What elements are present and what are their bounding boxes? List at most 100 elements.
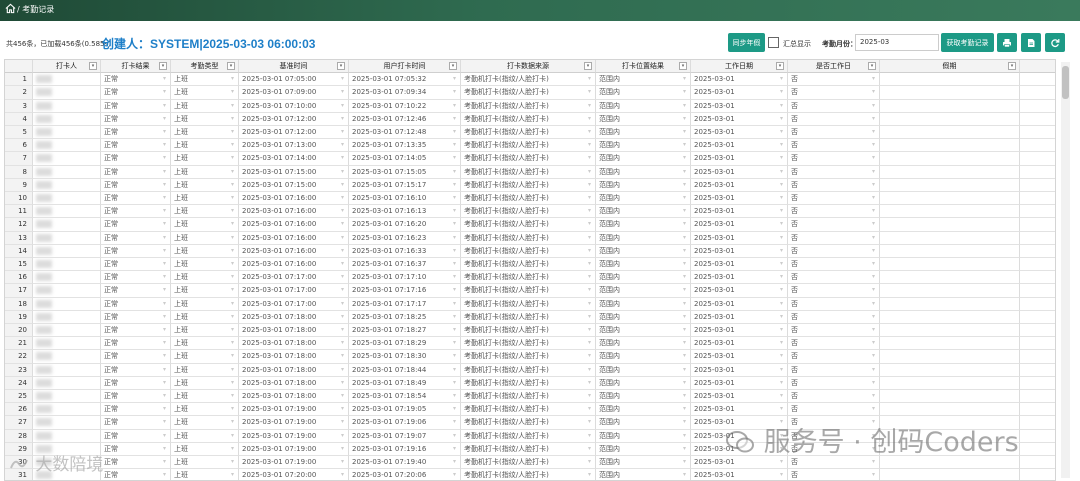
cell-attendance-type[interactable]: 上班 ▾ (171, 403, 239, 417)
cell-holiday[interactable] (880, 192, 1020, 206)
cell-punch-result[interactable]: 正常 ▾ (101, 258, 171, 272)
cell-base-time[interactable]: 2025-03-01 07:15:00 ▾ (239, 165, 349, 179)
export-button[interactable] (1021, 33, 1041, 52)
cell-attendance-type[interactable]: 上班 ▾ (171, 310, 239, 324)
filter-icon[interactable]: ▾ (159, 62, 167, 70)
cell-user-punch-time[interactable]: 2025-03-01 07:17:16 ▾ (349, 284, 461, 298)
table-row[interactable]: 2 正常 ▾ 上班 ▾ 2025-03-01 07:09:00 ▾ 2025-03-01 07… (5, 86, 1055, 100)
cell-holiday[interactable] (880, 231, 1020, 245)
cell-base-time[interactable]: 2025-03-01 07:09:00 ▾ (239, 86, 349, 100)
cell-puncher[interactable] (33, 192, 101, 206)
cell-punch-result[interactable]: 正常 ▾ (101, 350, 171, 364)
cell-puncher[interactable] (33, 258, 101, 272)
table-row[interactable]: 22 正常 ▾ 上班 ▾ 2025-03-01 07:18:00 ▾ 2025-03-01 0… (5, 350, 1055, 364)
cell-punch-source[interactable]: 考勤机打卡(指纹/人脸打卡) ▾ (461, 469, 596, 480)
cell-punch-result[interactable]: 正常 ▾ (101, 205, 171, 219)
cell-is-workday[interactable]: 否 ▾ (788, 152, 880, 166)
filter-icon[interactable]: ▾ (337, 62, 345, 70)
cell-is-workday[interactable]: 否 ▾ (788, 231, 880, 245)
cell-base-time[interactable]: 2025-03-01 07:14:00 ▾ (239, 152, 349, 166)
cell-base-time[interactable]: 2025-03-01 07:12:00 ▾ (239, 112, 349, 126)
column-header[interactable]: 用户打卡时间 ▾ (349, 60, 461, 74)
cell-puncher[interactable] (33, 99, 101, 113)
cell-attendance-type[interactable]: 上班 ▾ (171, 258, 239, 272)
cell-location-result[interactable]: 范围内 ▾ (596, 178, 691, 192)
cell-attendance-type[interactable]: 上班 ▾ (171, 231, 239, 245)
cell-punch-source[interactable]: 考勤机打卡(指纹/人脸打卡) ▾ (461, 86, 596, 100)
column-header[interactable]: 是否工作日 ▾ (788, 60, 880, 74)
cell-holiday[interactable] (880, 271, 1020, 285)
cell-is-workday[interactable]: 否 ▾ (788, 403, 880, 417)
cell-location-result[interactable]: 范围内 ▾ (596, 165, 691, 179)
cell-punch-result[interactable]: 正常 ▾ (101, 86, 171, 100)
cell-is-workday[interactable]: 否 ▾ (788, 271, 880, 285)
cell-location-result[interactable]: 范围内 ▾ (596, 192, 691, 206)
cell-holiday[interactable] (880, 218, 1020, 232)
cell-punch-source[interactable]: 考勤机打卡(指纹/人脸打卡) ▾ (461, 416, 596, 430)
cell-base-time[interactable]: 2025-03-01 07:18:00 ▾ (239, 337, 349, 351)
cell-puncher[interactable] (33, 205, 101, 219)
cell-punch-source[interactable]: 考勤机打卡(指纹/人脸打卡) ▾ (461, 139, 596, 153)
cell-work-date[interactable]: 2025-03-01 ▾ (691, 310, 788, 324)
cell-is-workday[interactable]: 否 ▾ (788, 337, 880, 351)
sync-annual-leave-button[interactable]: 同步年假 (728, 33, 765, 52)
cell-holiday[interactable] (880, 469, 1020, 480)
cell-attendance-type[interactable]: 上班 ▾ (171, 456, 239, 470)
cell-user-punch-time[interactable]: 2025-03-01 07:12:48 ▾ (349, 126, 461, 140)
cell-location-result[interactable]: 范围内 ▾ (596, 363, 691, 377)
cell-attendance-type[interactable]: 上班 ▾ (171, 376, 239, 390)
cell-location-result[interactable]: 范围内 ▾ (596, 205, 691, 219)
table-row[interactable]: 10 正常 ▾ 上班 ▾ 2025-03-01 07:16:00 ▾ 2025-03-01 0… (5, 192, 1055, 206)
cell-punch-source[interactable]: 考勤机打卡(指纹/人脸打卡) ▾ (461, 152, 596, 166)
cell-user-punch-time[interactable]: 2025-03-01 07:17:17 ▾ (349, 297, 461, 311)
cell-punch-result[interactable]: 正常 ▾ (101, 192, 171, 206)
cell-punch-source[interactable]: 考勤机打卡(指纹/人脸打卡) ▾ (461, 429, 596, 443)
cell-punch-source[interactable]: 考勤机打卡(指纹/人脸打卡) ▾ (461, 218, 596, 232)
cell-attendance-type[interactable]: 上班 ▾ (171, 192, 239, 206)
cell-is-workday[interactable]: 否 ▾ (788, 165, 880, 179)
cell-puncher[interactable] (33, 139, 101, 153)
cell-holiday[interactable] (880, 86, 1020, 100)
cell-holiday[interactable] (880, 376, 1020, 390)
cell-location-result[interactable]: 范围内 ▾ (596, 112, 691, 126)
table-row[interactable]: 23 正常 ▾ 上班 ▾ 2025-03-01 07:18:00 ▾ 2025-03-01 0… (5, 363, 1055, 377)
cell-puncher[interactable] (33, 112, 101, 126)
cell-punch-source[interactable]: 考勤机打卡(指纹/人脸打卡) ▾ (461, 284, 596, 298)
cell-location-result[interactable]: 范围内 ▾ (596, 469, 691, 480)
breadcrumb-title[interactable]: 考勤记录 (22, 5, 54, 14)
cell-base-time[interactable]: 2025-03-01 07:12:00 ▾ (239, 126, 349, 140)
filter-icon[interactable]: ▾ (1008, 62, 1016, 70)
table-row[interactable]: 17 正常 ▾ 上班 ▾ 2025-03-01 07:17:00 ▾ 2025-03-01 0… (5, 284, 1055, 298)
cell-holiday[interactable] (880, 205, 1020, 219)
cell-user-punch-time[interactable]: 2025-03-01 07:05:32 ▾ (349, 73, 461, 87)
cell-holiday[interactable] (880, 390, 1020, 404)
cell-is-workday[interactable]: 否 ▾ (788, 376, 880, 390)
table-row[interactable]: 25 正常 ▾ 上班 ▾ 2025-03-01 07:18:00 ▾ 2025-03-01 0… (5, 390, 1055, 404)
cell-location-result[interactable]: 范围内 ▾ (596, 297, 691, 311)
cell-base-time[interactable]: 2025-03-01 07:19:00 ▾ (239, 442, 349, 456)
cell-holiday[interactable] (880, 337, 1020, 351)
cell-base-time[interactable]: 2025-03-01 07:18:00 ▾ (239, 310, 349, 324)
cell-punch-source[interactable]: 考勤机打卡(指纹/人脸打卡) ▾ (461, 99, 596, 113)
cell-holiday[interactable] (880, 324, 1020, 338)
cell-attendance-type[interactable]: 上班 ▾ (171, 126, 239, 140)
filter-icon[interactable]: ▾ (449, 62, 457, 70)
cell-punch-result[interactable]: 正常 ▾ (101, 429, 171, 443)
cell-attendance-type[interactable]: 上班 ▾ (171, 86, 239, 100)
cell-punch-source[interactable]: 考勤机打卡(指纹/人脸打卡) ▾ (461, 112, 596, 126)
cell-location-result[interactable]: 范围内 ▾ (596, 258, 691, 272)
cell-puncher[interactable] (33, 310, 101, 324)
cell-work-date[interactable]: 2025-03-01 ▾ (691, 165, 788, 179)
cell-base-time[interactable]: 2025-03-01 07:16:00 ▾ (239, 192, 349, 206)
cell-punch-source[interactable]: 考勤机打卡(指纹/人脸打卡) ▾ (461, 456, 596, 470)
cell-user-punch-time[interactable]: 2025-03-01 07:16:10 ▾ (349, 192, 461, 206)
cell-user-punch-time[interactable]: 2025-03-01 07:18:44 ▾ (349, 363, 461, 377)
cell-user-punch-time[interactable]: 2025-03-01 07:18:54 ▾ (349, 390, 461, 404)
cell-is-workday[interactable]: 否 ▾ (788, 99, 880, 113)
cell-location-result[interactable]: 范围内 ▾ (596, 231, 691, 245)
cell-work-date[interactable]: 2025-03-01 ▾ (691, 324, 788, 338)
cell-base-time[interactable]: 2025-03-01 07:16:00 ▾ (239, 244, 349, 258)
cell-attendance-type[interactable]: 上班 ▾ (171, 390, 239, 404)
cell-user-punch-time[interactable]: 2025-03-01 07:16:33 ▾ (349, 244, 461, 258)
table-row[interactable]: 3 正常 ▾ 上班 ▾ 2025-03-01 07:10:00 ▾ 2025-03-01 07… (5, 99, 1055, 113)
